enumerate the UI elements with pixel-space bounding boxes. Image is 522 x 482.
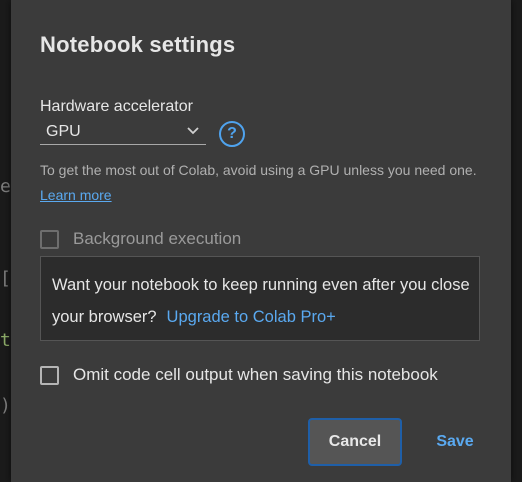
- background-execution-checkbox[interactable]: [40, 229, 59, 249]
- hardware-accelerator-value: GPU: [46, 123, 81, 140]
- backdrop-code-fragment: t: [0, 330, 11, 351]
- hardware-hint-text: To get the most out of Colab, avoid usin…: [40, 162, 477, 178]
- hardware-hint: To get the most out of Colab, avoid usin…: [40, 158, 480, 208]
- chevron-down-icon: [187, 127, 199, 135]
- background-execution-label: Background execution: [73, 229, 242, 248]
- omit-output-checkbox[interactable]: [40, 365, 59, 385]
- pro-plus-promo: Want your notebook to keep running even …: [40, 256, 480, 341]
- save-button[interactable]: Save: [429, 418, 481, 466]
- hardware-accelerator-label: Hardware accelerator: [40, 98, 193, 115]
- help-circle-icon[interactable]: ?: [219, 121, 245, 147]
- dialog-title: Notebook settings: [40, 32, 236, 57]
- cancel-button[interactable]: Cancel: [308, 418, 402, 466]
- backdrop-code-fragment: ): [0, 395, 11, 416]
- background-execution-row: Background execution: [40, 229, 241, 249]
- hardware-accelerator-select[interactable]: GPU: [40, 121, 206, 145]
- omit-output-label: Omit code cell output when saving this n…: [73, 365, 438, 384]
- omit-output-row: Omit code cell output when saving this n…: [40, 365, 438, 385]
- backdrop-code-fragment: [: [0, 268, 11, 289]
- backdrop-code-fragment: e: [0, 176, 11, 197]
- notebook-settings-dialog: Notebook settings Hardware accelerator G…: [11, 0, 511, 482]
- upgrade-link[interactable]: Upgrade to Colab Pro+: [167, 308, 336, 326]
- learn-more-link[interactable]: Learn more: [40, 187, 112, 203]
